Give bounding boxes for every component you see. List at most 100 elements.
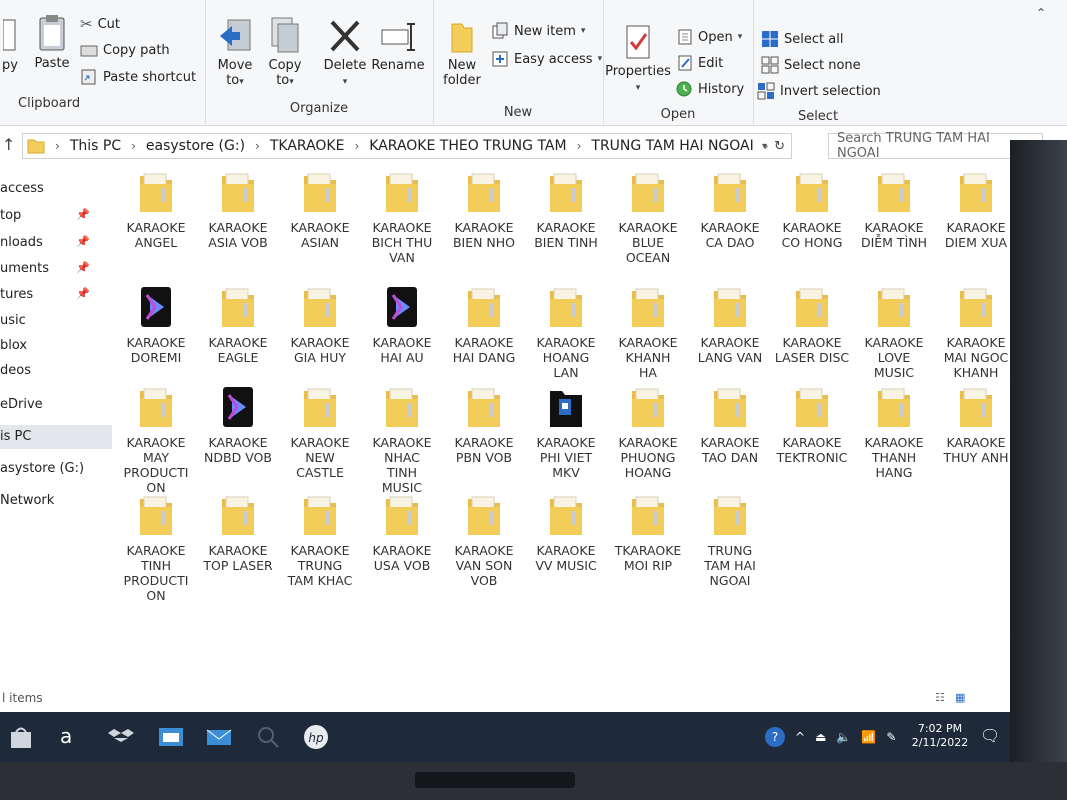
nav-item-desktop[interactable]: top: [0, 208, 21, 223]
nav-item-videos[interactable]: deos: [0, 363, 31, 378]
easy-access-button[interactable]: Easy access ▾: [491, 50, 602, 68]
large-icons-view-icon[interactable]: ▦: [955, 691, 965, 704]
copy-path-button[interactable]: Copy path: [80, 43, 170, 58]
folder-item[interactable]: KARAOKE TOP LASER: [197, 493, 279, 573]
details-view-icon[interactable]: ☷: [935, 691, 945, 704]
folder-item[interactable]: KARAOKE BIEN NHO: [443, 170, 525, 250]
folder-item[interactable]: KARAOKE VV MUSIC: [525, 493, 607, 573]
delete-button[interactable]: Delete ▾: [320, 18, 370, 90]
folder-item[interactable]: KARAOKE MAY PRODUCTI ON: [115, 385, 197, 495]
folder-item[interactable]: KARAOKE NHAC TINH MUSIC: [361, 385, 443, 495]
nav-item-roblox[interactable]: blox: [0, 338, 27, 353]
folder-item[interactable]: KARAOKE DIEM XUA: [935, 170, 1017, 250]
clock[interactable]: 7:02 PM 2/11/2022: [910, 722, 970, 750]
mail-icon[interactable]: [206, 724, 232, 750]
folder-item[interactable]: KARAOKE LOVE MUSIC: [853, 285, 935, 380]
wifi-icon[interactable]: 📶: [861, 730, 876, 744]
folder-item[interactable]: TKARAOKE MOI RIP: [607, 493, 689, 573]
folder-item[interactable]: KARAOKE NEW CASTLE: [279, 385, 361, 480]
nav-item-documents[interactable]: uments: [0, 261, 49, 276]
folder-item[interactable]: KARAOKE TAO DAN: [689, 385, 771, 465]
paste-button[interactable]: Paste: [32, 14, 72, 71]
usb-icon[interactable]: ⏏: [815, 730, 826, 744]
edit-button[interactable]: Edit: [677, 54, 723, 72]
breadcrumb-this-pc[interactable]: This PC: [70, 138, 121, 154]
file-explorer-taskbar-icon[interactable]: [158, 724, 184, 750]
folder-item[interactable]: KARAOKE PBN VOB: [443, 385, 525, 465]
folder-item[interactable]: KARAOKE MAI NGOC KHANH: [935, 285, 1017, 380]
folder-item[interactable]: KARAOKE DIỄM TÌNH: [853, 170, 935, 250]
folder-item[interactable]: KARAOKE BICH THU VAN: [361, 170, 443, 265]
folder-item[interactable]: KARAOKE TRUNG TAM KHAC: [279, 493, 361, 588]
address-dropdown-icon[interactable]: ▾: [762, 141, 767, 152]
folder-item[interactable]: KARAOKE KHANH HA: [607, 285, 689, 380]
folder-item[interactable]: KARAOKE HOANG LAN: [525, 285, 607, 380]
folder-item[interactable]: KARAOKE ANGEL: [115, 170, 197, 250]
nav-item-onedrive[interactable]: eDrive: [0, 397, 43, 412]
copy-button[interactable]: py: [0, 18, 20, 73]
paste-shortcut-button[interactable]: Paste shortcut: [80, 69, 196, 85]
folder-item[interactable]: KARAOKE EAGLE: [197, 285, 279, 365]
folder-item[interactable]: KARAOKE CO HONG: [771, 170, 853, 250]
rename-button[interactable]: Rename: [371, 20, 425, 73]
new-item-button[interactable]: New item ▾: [491, 22, 585, 40]
search-taskbar-icon[interactable]: [255, 724, 281, 750]
folder-label-line: PRODUCTI: [123, 465, 189, 480]
folder-item[interactable]: KARAOKE NDBD VOB: [197, 385, 279, 465]
notification-icon[interactable]: 🗨: [980, 726, 1000, 745]
refresh-icon[interactable]: ↻: [774, 139, 785, 154]
store-icon[interactable]: [8, 724, 34, 750]
breadcrumb-karaoke-theo-trung-tam[interactable]: KARAOKE THEO TRUNG TAM: [369, 138, 566, 154]
folder-item[interactable]: KARAOKE LANG VAN: [689, 285, 771, 365]
nav-item-easystore[interactable]: asystore (G:): [0, 461, 84, 476]
folder-item[interactable]: KARAOKE THUY ANH: [935, 385, 1017, 465]
folder-item[interactable]: KARAOKE PHUONG HOANG: [607, 385, 689, 480]
move-to-button[interactable]: Move to▾: [213, 18, 257, 90]
folder-item[interactable]: KARAOKE CA DAO: [689, 170, 771, 250]
folder-item[interactable]: KARAOKE VAN SON VOB: [443, 493, 525, 588]
help-icon[interactable]: ?: [765, 727, 785, 747]
folder-item[interactable]: TRUNG TAM HAI NGOAI: [689, 493, 771, 588]
folder-item[interactable]: KARAOKE PHI VIET MKV: [525, 385, 607, 480]
folder-item[interactable]: KARAOKE LASER DISC: [771, 285, 853, 365]
dropbox-icon[interactable]: [108, 724, 134, 750]
folder-item[interactable]: KARAOKE ASIAN: [279, 170, 361, 250]
folder-item[interactable]: KARAOKE TEKTRONIC: [771, 385, 853, 465]
breadcrumb-tkaraoke[interactable]: TKARAOKE: [270, 138, 345, 154]
select-none-button[interactable]: Select none: [761, 56, 861, 74]
folder-item[interactable]: KARAOKE DOREMI: [115, 285, 197, 365]
nav-item-pictures[interactable]: tures: [0, 287, 33, 302]
collapse-ribbon-icon[interactable]: ⌃: [1036, 6, 1046, 20]
folder-item[interactable]: KARAOKE HAI AU: [361, 285, 443, 365]
folder-item[interactable]: KARAOKE HAI DANG: [443, 285, 525, 365]
folder-item[interactable]: KARAOKE TINH PRODUCTI ON: [115, 493, 197, 603]
folder-item[interactable]: KARAOKE GIA HUY: [279, 285, 361, 365]
nav-item-this-pc[interactable]: is PC: [0, 429, 31, 444]
select-all-button[interactable]: Select all: [761, 30, 843, 48]
cut-button[interactable]: ✂ Cut: [80, 15, 120, 33]
folder-item[interactable]: KARAOKE BIEN TINH: [525, 170, 607, 250]
nav-item-music[interactable]: usic: [0, 313, 26, 328]
up-arrow-icon[interactable]: ↑: [2, 135, 15, 154]
nav-item-quick-access[interactable]: access: [0, 181, 44, 196]
properties-button[interactable]: Properties ▾: [605, 24, 671, 96]
breadcrumb-trung-tam-hai-ngoai[interactable]: TRUNG TAM HAI NGOAI: [591, 138, 753, 154]
copy-to-button[interactable]: Copy to▾: [263, 16, 307, 90]
nav-item-downloads[interactable]: nloads: [0, 235, 43, 250]
open-button[interactable]: Open ▾: [677, 28, 742, 46]
address-bar[interactable]: › This PC › easystore (G:) › TKARAOKE › …: [22, 133, 792, 159]
invert-selection-button[interactable]: Invert selection: [757, 82, 881, 100]
nav-item-network[interactable]: Network: [0, 493, 54, 508]
hp-icon[interactable]: hp: [303, 724, 329, 750]
amazon-icon[interactable]: a: [60, 724, 86, 750]
chevron-up-icon[interactable]: ^: [795, 730, 805, 744]
folder-item[interactable]: KARAOKE ASIA VOB: [197, 170, 279, 250]
pen-icon[interactable]: ✎: [886, 730, 896, 744]
volume-icon[interactable]: 🔈: [836, 730, 851, 744]
folder-item[interactable]: KARAOKE THANH HANG: [853, 385, 935, 480]
history-button[interactable]: History: [675, 80, 744, 98]
breadcrumb-easystore[interactable]: easystore (G:): [146, 138, 245, 154]
folder-item[interactable]: KARAOKE USA VOB: [361, 493, 443, 573]
new-folder-button[interactable]: New folder: [437, 20, 487, 88]
folder-item[interactable]: KARAOKE BLUE OCEAN: [607, 170, 689, 265]
